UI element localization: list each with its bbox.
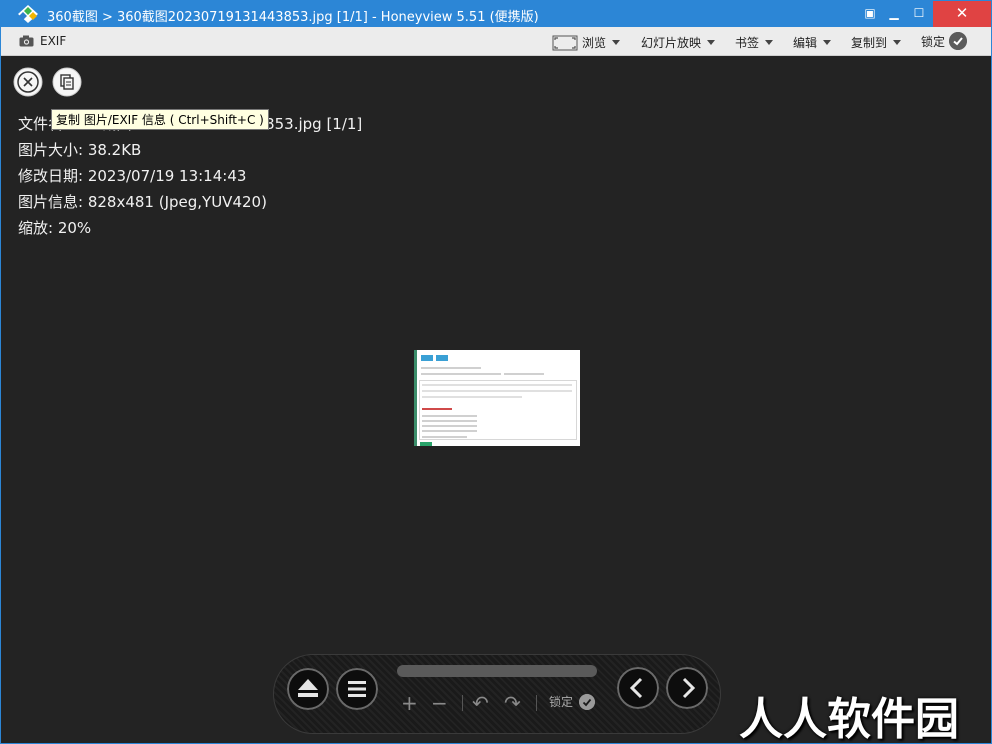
- chevron-down-icon: [612, 40, 621, 45]
- list-icon[interactable]: [336, 668, 378, 710]
- image-info-panel: 文件名: 360截图20230719131443853.jpg [1/1] 图片…: [18, 111, 362, 241]
- zoom-in-button[interactable]: +: [401, 691, 418, 715]
- menu-slideshow-label: 幻灯片放映: [641, 36, 702, 50]
- info-zoom: 缩放: 20%: [18, 219, 92, 237]
- menu-bookmark-label: 书签: [735, 36, 760, 50]
- chevron-down-icon: [765, 40, 774, 45]
- chevron-left-icon[interactable]: [617, 667, 659, 709]
- control-bar: + − ↶ ↷ 锁定: [273, 654, 721, 734]
- menu-lock-label: 锁定: [921, 34, 946, 49]
- menu-lock[interactable]: 锁定: [921, 32, 968, 50]
- fit-screen-icon: [552, 35, 578, 50]
- eject-icon[interactable]: [287, 668, 329, 710]
- close-circle-icon[interactable]: [13, 67, 43, 97]
- close-window-button[interactable]: ✕: [933, 1, 991, 27]
- copy-icon[interactable]: [52, 67, 82, 97]
- title-bar: 360截图 > 360截图20230719131443853.jpg [1/1]…: [1, 1, 991, 27]
- menu-browse[interactable]: 浏览: [552, 34, 621, 51]
- progress-track[interactable]: [397, 665, 597, 677]
- chevron-down-icon: [893, 40, 902, 45]
- menu-slideshow[interactable]: 幻灯片放映: [641, 34, 716, 51]
- window-title: 360截图 > 360截图20230719131443853.jpg [1/1]…: [47, 10, 539, 25]
- watermark: 人人软件园: [739, 694, 959, 744]
- zoom-out-button[interactable]: −: [431, 691, 448, 715]
- menu-edit-label: 编辑: [793, 36, 818, 50]
- app-window: 360截图 > 360截图20230719131443853.jpg [1/1]…: [0, 0, 992, 744]
- rotate-right-button[interactable]: ↷: [504, 691, 521, 715]
- info-modified-date: 修改日期: 2023/07/19 13:14:43: [18, 167, 247, 185]
- menu-bookmark[interactable]: 书签: [735, 34, 774, 51]
- image-viewer[interactable]: 复制 图片/EXIF 信息 ( Ctrl+Shift+C ) 文件名: 360截…: [1, 57, 991, 743]
- honeyview-logo-icon: [18, 5, 38, 23]
- check-circle-icon: [949, 32, 968, 50]
- exif-button[interactable]: EXIF: [19, 34, 66, 48]
- menu-bar: EXIF 浏览 幻灯片放映 书签 编辑 复制到 锁定: [1, 27, 991, 56]
- menu-copy-to[interactable]: 复制到: [851, 34, 902, 51]
- menu-browse-label: 浏览: [582, 36, 607, 50]
- info-image-details: 图片信息: 828x481 (Jpeg,YUV420): [18, 193, 267, 211]
- menu-copy-to-label: 复制到: [851, 36, 888, 50]
- camera-icon: [19, 35, 34, 47]
- displayed-image: [414, 350, 580, 446]
- lock-label: 锁定: [549, 695, 574, 709]
- copy-tooltip: 复制 图片/EXIF 信息 ( Ctrl+Shift+C ): [51, 109, 269, 130]
- lock-toggle[interactable]: 锁定: [549, 693, 596, 710]
- check-circle-icon: [579, 693, 596, 710]
- maximize-button[interactable]: ☐: [906, 1, 932, 27]
- divider: [536, 695, 537, 711]
- chevron-down-icon: [823, 40, 832, 45]
- menu-edit[interactable]: 编辑: [793, 34, 832, 51]
- divider: [462, 695, 463, 711]
- chevron-down-icon: [707, 40, 716, 45]
- info-size: 图片大小: 38.2KB: [18, 141, 142, 159]
- exif-label: EXIF: [40, 34, 67, 48]
- fullscreen-button[interactable]: ▣: [857, 1, 883, 27]
- minimize-button[interactable]: ▁: [881, 1, 907, 27]
- rotate-left-button[interactable]: ↶: [472, 691, 489, 715]
- chevron-right-icon[interactable]: [666, 667, 708, 709]
